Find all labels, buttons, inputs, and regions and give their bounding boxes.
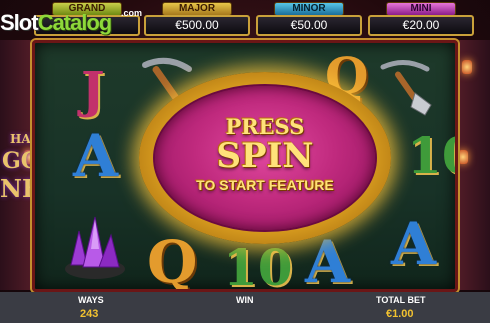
jackpot-minor-label: MINOR: [274, 2, 344, 16]
symbol-q-bottom: Q: [147, 228, 198, 292]
slotcatalog-logo: SlotCatalog .com: [0, 8, 143, 35]
ways-label: WAYS: [78, 295, 104, 305]
symbol-a-bottom-mid: A: [305, 228, 351, 292]
jackpot-major: MAJOR €500.00: [142, 2, 252, 36]
total-bet-value: €1.00: [386, 308, 414, 320]
lamp-right-top-icon: [462, 60, 472, 74]
symbol-j: J: [81, 60, 105, 119]
info-bar: WAYS 243 WIN TOTAL BET €1.00: [0, 292, 490, 323]
feature-text-spin: SPIN: [216, 136, 314, 176]
symbol-ten-bottom: 10: [223, 238, 293, 292]
jackpot-mini-label: MINI: [386, 2, 456, 16]
symbol-a-bottom-right: A: [391, 210, 437, 278]
lamp-right-icon: [458, 150, 468, 164]
amethyst-crystal-icon: [65, 216, 125, 279]
jackpot-major-label: MAJOR: [162, 2, 232, 16]
jackpot-mini-value: €20.00: [368, 15, 474, 36]
game-stage: HAT GO NE J Q A 10 Q 10 A A: [0, 0, 490, 323]
total-bet-label: TOTAL BET: [376, 295, 426, 305]
jackpot-minor-value: €50.00: [256, 15, 362, 36]
symbol-ten-right: 10: [407, 126, 455, 185]
ways-value: 243: [80, 308, 99, 320]
symbol-a-left: A: [73, 122, 119, 190]
jackpot-mini: MINI €20.00: [366, 2, 476, 36]
jackpot-major-value: €500.00: [144, 15, 250, 36]
win-label: WIN: [236, 295, 254, 305]
shovel-icon: [380, 60, 432, 116]
feature-text-start: TO START FEATURE: [196, 177, 334, 193]
jackpot-minor: MINOR €50.00: [254, 2, 364, 36]
